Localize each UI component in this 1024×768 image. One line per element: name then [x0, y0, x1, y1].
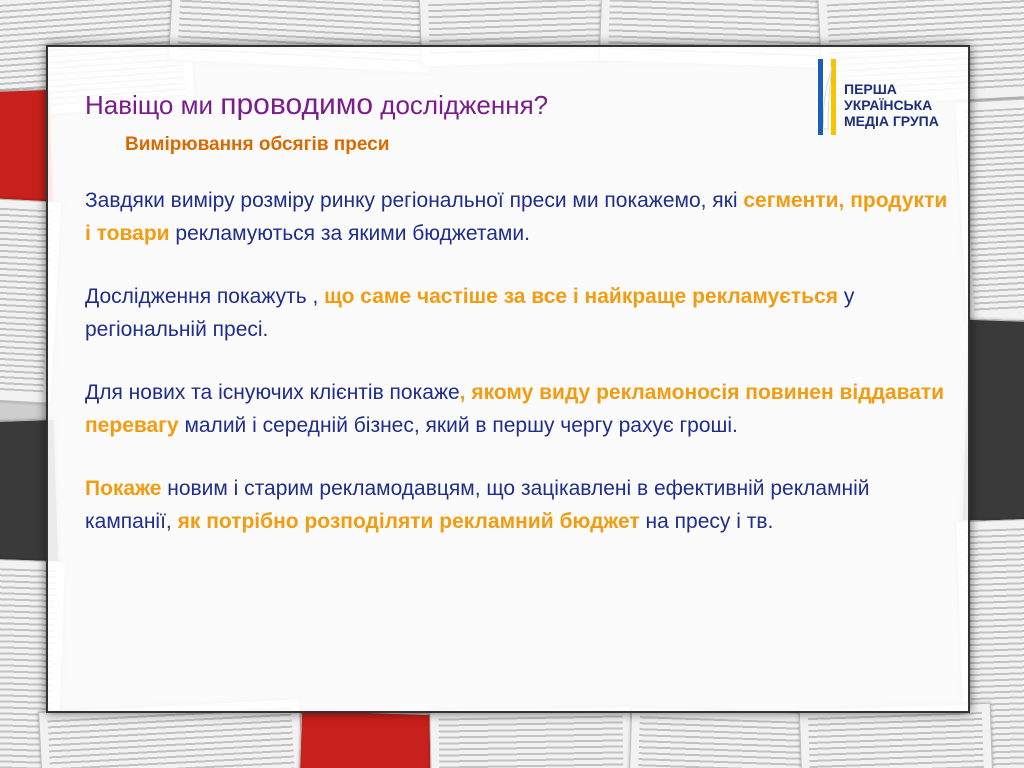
paragraph-market-size: Завдяки виміру розміру ринку регіонально… — [85, 184, 955, 250]
company-logo: ПЕРША УКРАЇНСЬКА МЕДІА ГРУПА — [816, 59, 966, 139]
highlight-text: що саме частіше за все і найкраще реклам… — [324, 285, 839, 308]
paragraph-text: Дослідження покажуть , — [85, 285, 325, 308]
paragraph-text: Для нових та існуючих клієнтів покаже — [85, 381, 460, 404]
newspaper-clipping — [298, 709, 434, 768]
slide-subtitle: Вимірювання обсягів преси — [125, 134, 390, 155]
paragraph-text: Завдяки виміру розміру ринку регіонально… — [85, 189, 744, 212]
newspaper-clipping — [429, 706, 633, 768]
logo-line: МЕДІА ГРУПА — [844, 113, 939, 129]
paragraph-budget-allocation: Покаже новим і старим рекламодавцям, що … — [85, 472, 955, 538]
title-text-end: дослідження? — [373, 90, 549, 120]
slide-body: Завдяки виміру розміру ринку регіонально… — [85, 184, 955, 568]
paragraph-media-preference: Для нових та існуючих клієнтів покаже, я… — [85, 376, 955, 442]
logo-line: ПЕРША — [844, 81, 897, 97]
paragraph-text: на пресу і тв. — [639, 510, 774, 533]
logo-emblem-icon — [818, 59, 836, 135]
slide-panel: Навіщо ми проводимо дослідження? Вимірюв… — [46, 45, 970, 713]
newspaper-clipping — [961, 318, 1024, 524]
title-text-emphasis: проводимо — [220, 88, 374, 121]
paragraph-top-advertised: Дослідження покажуть , що саме частіше з… — [85, 280, 955, 346]
newspaper-clipping — [628, 706, 814, 768]
paragraph-text: малий і середній бізнес, який в першу че… — [178, 414, 738, 437]
paragraph-text: рекламуються за якими бюджетами. — [169, 222, 530, 245]
title-text-start: Навіщо ми — [85, 90, 221, 120]
highlight-text: як потрібно розподіляти рекламний бюджет — [177, 510, 640, 533]
highlight-text: Покаже — [85, 477, 162, 500]
logo-line: УКРАЇНСЬКА — [844, 97, 933, 113]
slide-title: Навіщо ми проводимо дослідження? — [85, 88, 548, 122]
logo-wordmark: ПЕРША УКРАЇНСЬКА МЕДІА ГРУПА — [844, 81, 939, 129]
